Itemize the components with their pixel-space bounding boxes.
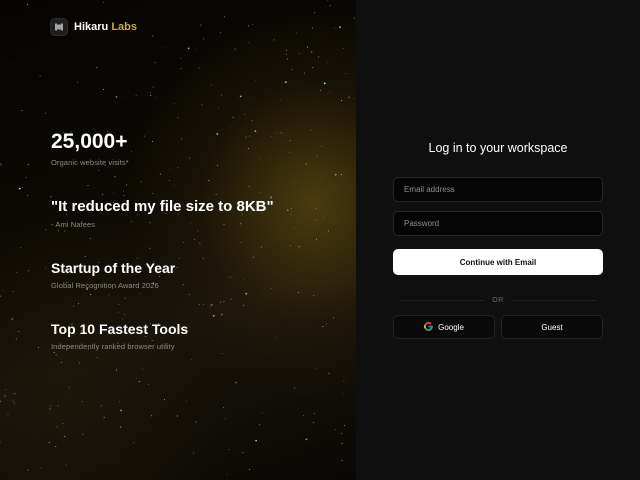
stat-caption: - Ami Nafees bbox=[51, 220, 96, 229]
stat-headline: "It reduced my file size to 8KB" bbox=[51, 198, 274, 215]
google-button-label: Google bbox=[438, 322, 464, 332]
stat-award: Startup of the Year Global Recognition A… bbox=[51, 261, 175, 290]
google-button[interactable]: Google bbox=[393, 315, 495, 339]
stat-ranking: Top 10 Fastest Tools Independently ranke… bbox=[51, 322, 188, 351]
brand-name-first: Hikaru bbox=[74, 21, 109, 33]
bolt-logo-icon bbox=[50, 18, 68, 36]
divider-label: OR bbox=[492, 296, 504, 304]
stat-headline: 25,000+ bbox=[51, 130, 128, 153]
divider-line bbox=[400, 299, 485, 301]
stat-visits: 25,000+ Organic website visits* bbox=[51, 131, 129, 167]
stat-caption: Organic website visits* bbox=[51, 158, 129, 167]
continue-with-email-button[interactable]: Continue with Email bbox=[393, 249, 603, 275]
guest-button[interactable]: Guest bbox=[501, 315, 603, 339]
stat-headline: Top 10 Fastest Tools bbox=[51, 321, 189, 337]
stat-caption: Independently ranked browser utility bbox=[51, 342, 175, 351]
guest-button-label: Guest bbox=[541, 322, 563, 332]
hero-panel: Hikaru Labs 25,000+ Organic website visi… bbox=[0, 0, 356, 480]
stat-headline: Startup of the Year bbox=[51, 260, 176, 276]
login-heading: Log in to your workspace bbox=[428, 141, 568, 155]
divider-line bbox=[511, 299, 596, 301]
email-field[interactable] bbox=[393, 177, 603, 202]
brand[interactable]: Hikaru Labs bbox=[50, 18, 137, 36]
brand-name: Hikaru Labs bbox=[74, 21, 137, 33]
login-panel: Log in to your workspace Continue with E… bbox=[356, 0, 640, 480]
starfield-background bbox=[0, 0, 355, 475]
google-icon bbox=[424, 321, 433, 333]
stat-testimonial: "It reduced my file size to 8KB" - Ami N… bbox=[51, 199, 274, 229]
or-divider: OR bbox=[400, 295, 596, 305]
brand-name-second: Labs bbox=[111, 21, 137, 33]
stat-caption: Global Recognition Award 2026 bbox=[51, 281, 159, 290]
password-field[interactable] bbox=[393, 211, 603, 236]
